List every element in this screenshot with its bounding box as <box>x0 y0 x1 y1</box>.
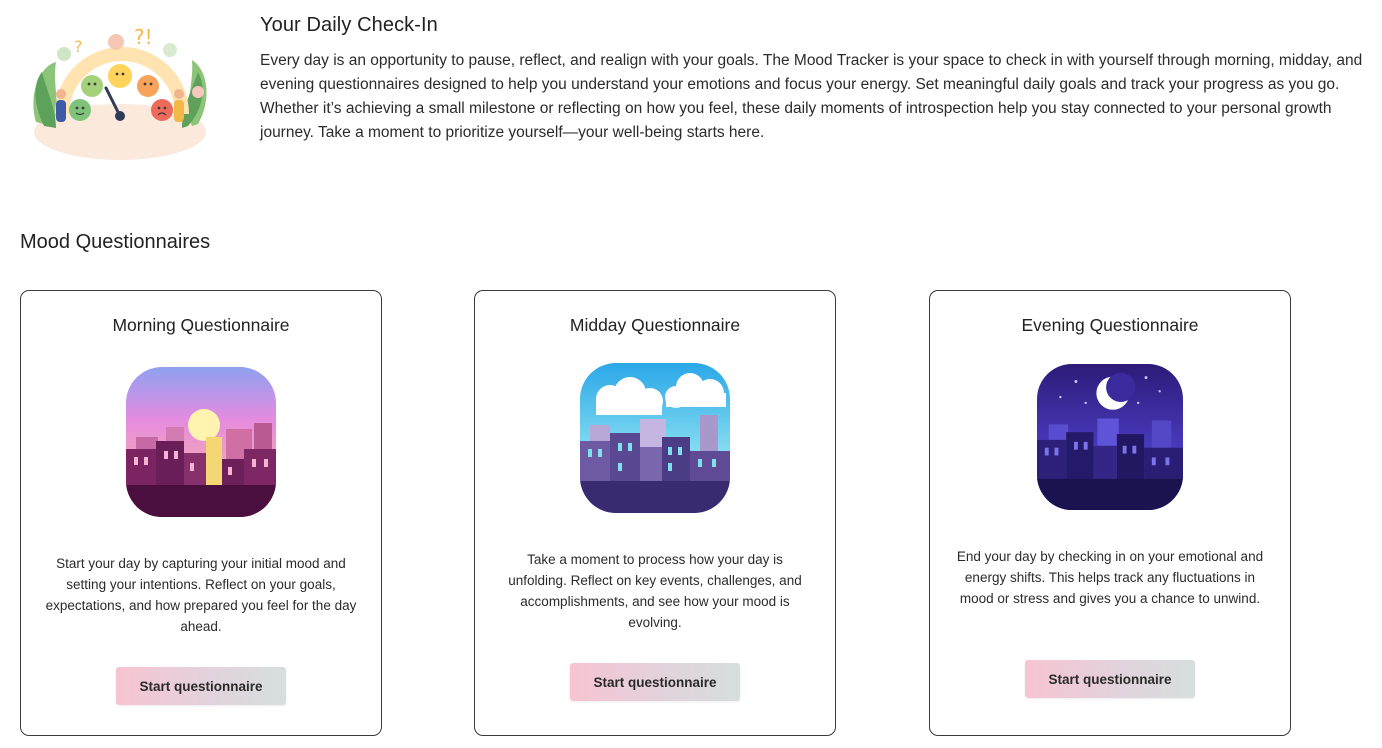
sunrise-city-icon <box>126 367 276 517</box>
card-title: Evening Questionnaire <box>1021 315 1199 335</box>
intro-description: Every day is an opportunity to pause, re… <box>260 52 1363 141</box>
daily-checkin-intro: ? ?! Your Daily Check-In Every day is an… <box>0 0 1382 170</box>
daytime-city-icon <box>580 363 730 513</box>
midday-questionnaire-card: Midday Questionnaire Take a moment to pr… <box>474 290 836 736</box>
start-midday-questionnaire-button[interactable]: Start questionnaire <box>570 663 740 701</box>
mood-meter-illustration: ? ?! <box>33 25 207 160</box>
card-description: Take a moment to process how your day is… <box>508 552 802 630</box>
svg-text:?: ? <box>74 37 83 56</box>
card-description: End your day by checking in on your emot… <box>956 549 1264 606</box>
evening-questionnaire-card: Evening Questionnaire End your day by ch… <box>929 290 1291 736</box>
night-city-icon <box>1037 364 1183 510</box>
morning-questionnaire-card: Morning Questionnaire Start your day by … <box>20 290 382 736</box>
intro-text-block: Your Daily Check-In Every day is an oppo… <box>260 14 1372 145</box>
page-title: Your Daily Check-In <box>260 14 438 36</box>
card-title: Midday Questionnaire <box>569 315 741 335</box>
card-title: Morning Questionnaire <box>112 315 290 335</box>
section-title: Mood Questionnaires <box>20 231 211 253</box>
start-evening-questionnaire-button[interactable]: Start questionnaire <box>1025 660 1195 698</box>
start-morning-questionnaire-button[interactable]: Start questionnaire <box>116 667 286 705</box>
card-description: Start your day by capturing your initial… <box>45 556 357 634</box>
svg-text:?!: ?! <box>134 25 153 49</box>
